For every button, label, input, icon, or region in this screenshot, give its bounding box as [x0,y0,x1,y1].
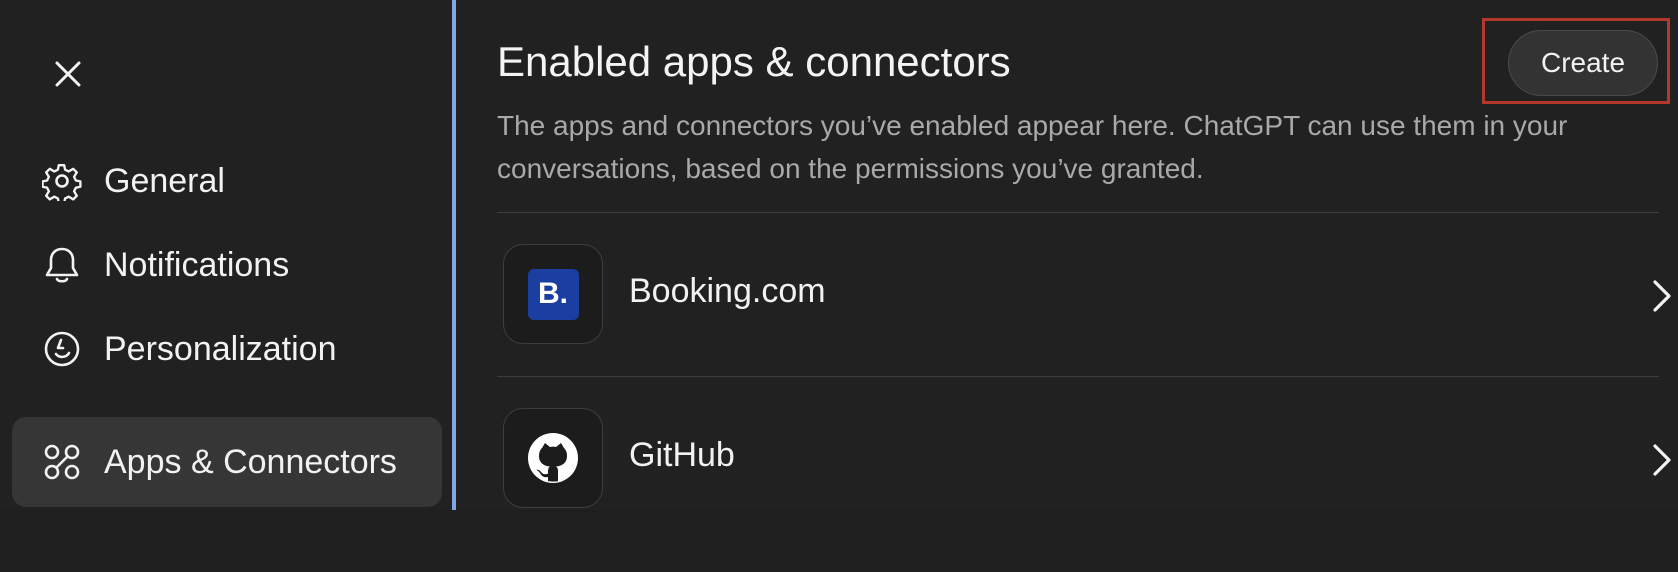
app-row-booking[interactable]: B. Booking.com [497,244,1671,408]
sidebar-item-label: Personalization [104,329,337,368]
chevron-right-icon [1647,440,1677,480]
bell-icon [41,244,83,286]
sidebar-item-label: General [104,161,225,200]
sidebar-item-personalization[interactable]: Personalization [12,304,442,394]
create-button[interactable]: Create [1508,30,1658,96]
sidebar-item-label: Notifications [104,245,290,284]
sidebar-item-apps-connectors[interactable]: Apps & Connectors [12,417,442,507]
smile-face-icon [41,328,83,370]
sidebar-item-general[interactable]: General [12,136,442,226]
divider [497,376,1659,377]
apps-connectors-icon [41,441,83,483]
app-name: Booking.com [629,272,826,310]
divider [497,212,1659,213]
booking-logo-icon: B. [527,268,579,320]
sidebar-item-label: Apps & Connectors [104,442,397,481]
github-icon [528,433,578,483]
page-description: The apps and connectors you’ve enabled a… [497,110,1568,184]
page-title: Enabled apps & connectors [497,38,1011,85]
sidebar-item-notifications[interactable]: Notifications [12,220,442,310]
app-row-github[interactable]: GitHub [497,408,1671,572]
chevron-right-icon [1647,276,1677,316]
app-icon-container [503,408,603,508]
close-icon [55,61,81,87]
app-name: GitHub [629,436,735,474]
close-button[interactable] [46,52,90,96]
app-icon-container: B. [503,244,603,344]
gear-icon [41,160,83,202]
settings-sidebar: General Notifications Personalization Ap… [0,0,452,510]
main-panel: Enabled apps & connectors Create The app… [456,0,1678,510]
